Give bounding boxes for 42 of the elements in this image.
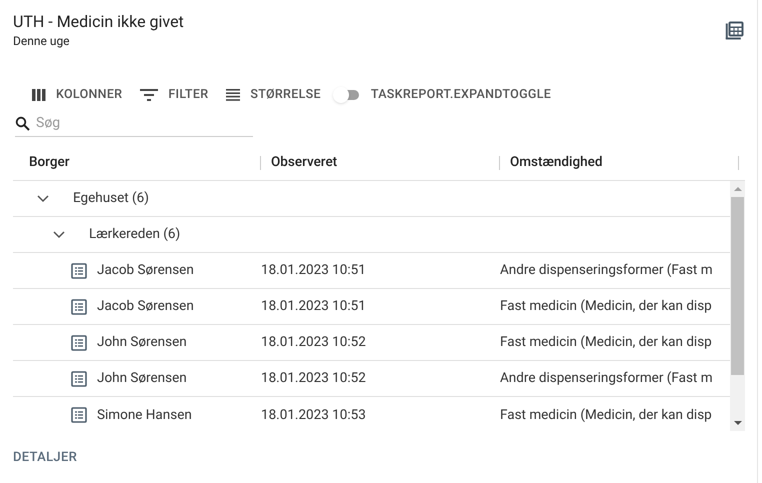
table-cell-text: John Sørensen — [97, 369, 187, 388]
table-cell: 18.01.2023 10:53 — [261, 406, 366, 423]
scrollbar[interactable] — [730, 181, 745, 431]
table-cell: 18.01.2023 10:51 — [261, 262, 366, 278]
table-cell: Andre dispenseringsformer (Fast m — [500, 262, 713, 278]
search-icon — [15, 116, 30, 131]
group-label: Lærkereden (6) — [89, 225, 180, 244]
list-icon[interactable] — [71, 298, 87, 314]
toolbar-button[interactable]: STØRRELSE — [220, 82, 327, 108]
search-field[interactable]: Søg — [36, 113, 236, 134]
toggle-switch[interactable] — [332, 85, 361, 105]
toolbar-button[interactable]: KOLONNER — [26, 82, 128, 108]
table-cell-text: Jacob Sørensen — [97, 297, 194, 316]
table-cell-text: John Sørensen — [97, 333, 187, 352]
table-cell-text: Jacob Sørensen — [97, 261, 194, 280]
table-cell: 18.01.2023 10:52 — [261, 334, 366, 350]
table-cell: Andre dispenseringsformer (Fast m — [500, 370, 713, 386]
table-cell: Fast medicin (Medicin, der kan disp — [500, 298, 712, 314]
column-header[interactable]: Observeret — [271, 152, 338, 173]
list-icon[interactable] — [71, 370, 87, 386]
column-header[interactable]: Omstændighed — [510, 152, 602, 173]
report-subtitle: Denne uge — [13, 33, 71, 49]
table-cell-text: Simone Hansen — [97, 406, 192, 425]
column-header[interactable]: Borger — [29, 152, 70, 173]
table-cell: Fast medicin (Medicin, der kan disp — [500, 334, 712, 350]
list-icon[interactable] — [71, 334, 87, 350]
chevron-icon[interactable] — [53, 230, 65, 238]
table-cell: 18.01.2023 10:52 — [261, 370, 366, 386]
toolbar-button[interactable]: FILTER — [134, 82, 214, 108]
chevron-icon[interactable] — [37, 194, 49, 202]
columns-icon — [32, 89, 46, 101]
details-link[interactable]: DETALJER — [13, 448, 78, 468]
group-label: Egehuset (6) — [73, 189, 149, 208]
list-icon[interactable] — [71, 407, 87, 423]
filter-icon — [140, 89, 158, 101]
list-icon[interactable] — [71, 262, 87, 278]
toggle-label: TASKREPORT.EXPANDTOGGLE — [370, 86, 552, 104]
table-cell: Fast medicin (Medicin, der kan disp — [500, 406, 712, 423]
table-cell: 18.01.2023 10:51 — [261, 298, 366, 314]
calculator-icon[interactable] — [725, 21, 744, 40]
report-title: UTH - Medicin ikke givet — [13, 11, 184, 33]
lines-icon — [226, 89, 240, 101]
